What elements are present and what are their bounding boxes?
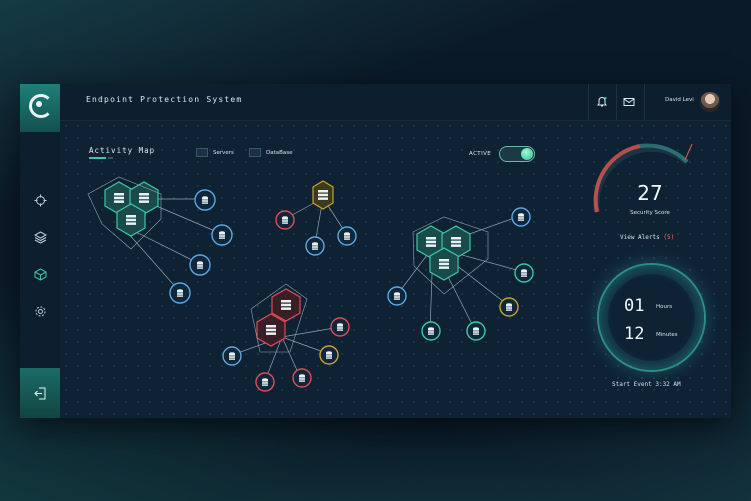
server-cluster-1[interactable] [87,176,162,250]
event-timer [599,265,704,370]
activity-map [87,143,693,392]
alerts-count: (5) [663,234,675,241]
timer-hours: 01 [624,296,645,316]
timer-minutes-label: Minutes [656,332,678,338]
timer-hours-label: Hours [656,304,673,310]
security-score-label: Security Score [630,210,670,216]
server-cluster-2[interactable] [312,180,334,210]
server-cluster-3[interactable] [412,216,489,295]
app-window: Endpoint Protection System David Levi Ac… [20,84,731,418]
server-cluster-4[interactable] [250,283,308,353]
database-nodes[interactable] [169,189,534,392]
security-score-value: 27 [637,181,663,205]
view-alerts-link[interactable]: View Alerts (5) [620,234,674,241]
start-event-text: Start Event 3:32 AM [612,381,681,388]
timer-minutes: 12 [624,324,645,344]
